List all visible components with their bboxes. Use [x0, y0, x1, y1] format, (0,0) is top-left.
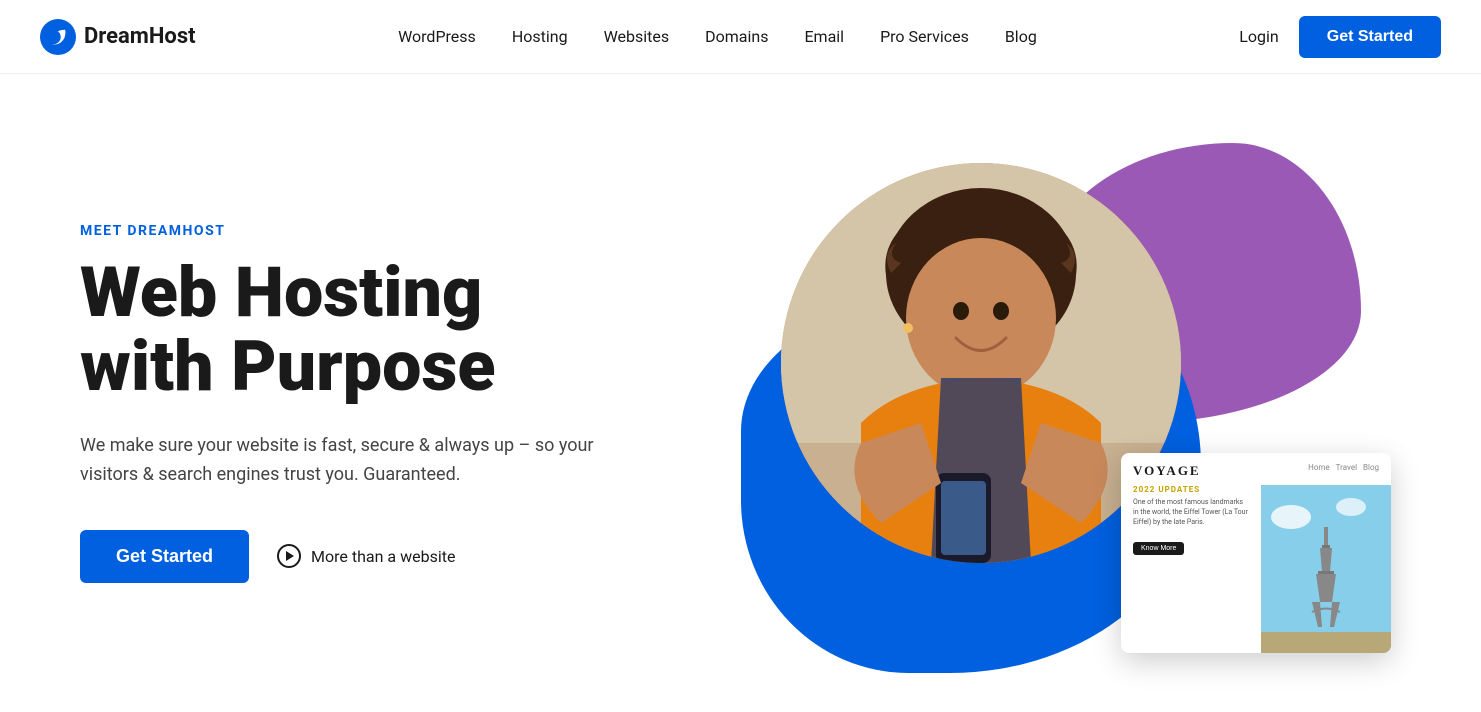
voyage-card-right	[1261, 485, 1391, 653]
nav-item-hosting[interactable]: Hosting	[512, 27, 568, 46]
hero-subtitle: We make sure your website is fast, secur…	[80, 432, 620, 490]
hero-section: MEET DREAMHOST Web Hosting with Purpose …	[0, 74, 1481, 712]
voyage-card: VOYAGE Home Travel Blog 2022 UPDATES One…	[1121, 453, 1391, 653]
nav-get-started-button[interactable]: Get Started	[1299, 16, 1441, 58]
voyage-nav-blog: Blog	[1363, 463, 1379, 472]
voyage-card-title: VOYAGE	[1133, 463, 1201, 479]
logo[interactable]: DreamHost	[40, 19, 196, 55]
voyage-year-label: 2022 UPDATES	[1133, 485, 1249, 494]
nav-item-wordpress[interactable]: WordPress	[398, 27, 476, 46]
hero-eyebrow: MEET DREAMHOST	[80, 223, 620, 239]
voyage-card-header: VOYAGE Home Travel Blog	[1121, 453, 1391, 485]
voyage-know-more-button[interactable]: Know More	[1133, 542, 1184, 555]
hero-secondary-label: More than a website	[311, 547, 455, 566]
voyage-card-nav: Home Travel Blog	[1308, 463, 1379, 472]
voyage-nav-travel: Travel	[1336, 463, 1357, 472]
login-link[interactable]: Login	[1239, 27, 1278, 46]
voyage-card-left: 2022 UPDATES One of the most famous land…	[1121, 485, 1261, 653]
hero-get-started-button[interactable]: Get Started	[80, 530, 249, 583]
hero-visual: VOYAGE Home Travel Blog 2022 UPDATES One…	[721, 123, 1401, 683]
nav-item-domains[interactable]: Domains	[705, 27, 768, 46]
voyage-body-text: One of the most famous landmarks in the …	[1133, 498, 1249, 527]
hero-title-line2: with Purpose	[80, 326, 496, 408]
brand-name: DreamHost	[84, 24, 196, 49]
nav-item-email[interactable]: Email	[804, 27, 844, 46]
nav-item-websites[interactable]: Websites	[604, 27, 670, 46]
voyage-nav-home: Home	[1308, 463, 1330, 472]
nav-links: WordPress Hosting Websites Domains Email…	[398, 27, 1037, 46]
play-icon	[277, 544, 301, 568]
hero-title: Web Hosting with Purpose	[80, 257, 620, 404]
hero-actions: Get Started More than a website	[80, 530, 620, 583]
voyage-image	[1261, 485, 1391, 653]
nav-right: Login Get Started	[1239, 16, 1441, 58]
hero-secondary-cta[interactable]: More than a website	[277, 544, 455, 568]
navbar: DreamHost WordPress Hosting Websites Dom…	[0, 0, 1481, 74]
nav-item-pro-services[interactable]: Pro Services	[880, 27, 969, 46]
hero-title-line1: Web Hosting	[80, 252, 482, 334]
hero-content: MEET DREAMHOST Web Hosting with Purpose …	[80, 223, 620, 583]
nav-item-blog[interactable]: Blog	[1005, 27, 1037, 46]
eiffel-tower-svg	[1261, 485, 1391, 653]
voyage-card-body: 2022 UPDATES One of the most famous land…	[1121, 485, 1391, 653]
